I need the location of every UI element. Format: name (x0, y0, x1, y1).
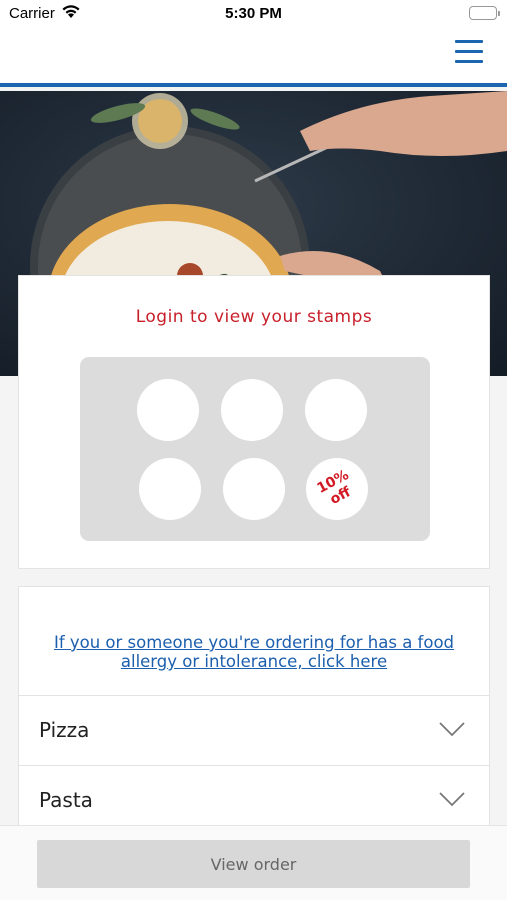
category-label: Pizza (39, 718, 90, 742)
chevron-down-icon (439, 722, 465, 737)
stamp-grid: 10% off (80, 357, 430, 541)
allergy-info-link[interactable]: If you or someone you're ordering for ha… (39, 633, 469, 671)
login-stamps-prompt[interactable]: Login to view your stamps (19, 307, 489, 327)
category-pizza[interactable]: Pizza (19, 695, 489, 765)
stamp-card: Login to view your stamps 10% off (18, 275, 490, 569)
footer-bar: View order (0, 825, 507, 900)
reward-text: 10% off (315, 467, 360, 511)
battery-icon (469, 6, 500, 20)
chevron-down-icon (439, 792, 465, 807)
stamp-reward-slot: 10% off (306, 458, 368, 520)
stamp-slot (137, 379, 199, 441)
clock: 5:30 PM (225, 5, 282, 22)
stamp-slot (139, 458, 201, 520)
stamp-slot (223, 458, 285, 520)
stamp-slot (221, 379, 283, 441)
stamp-slot (305, 379, 367, 441)
hamburger-menu-icon[interactable] (455, 40, 483, 66)
status-bar: Carrier 5:30 PM (0, 0, 507, 30)
view-order-button[interactable]: View order (37, 840, 470, 888)
nav-bar (0, 30, 507, 87)
category-label: Pasta (39, 788, 93, 812)
